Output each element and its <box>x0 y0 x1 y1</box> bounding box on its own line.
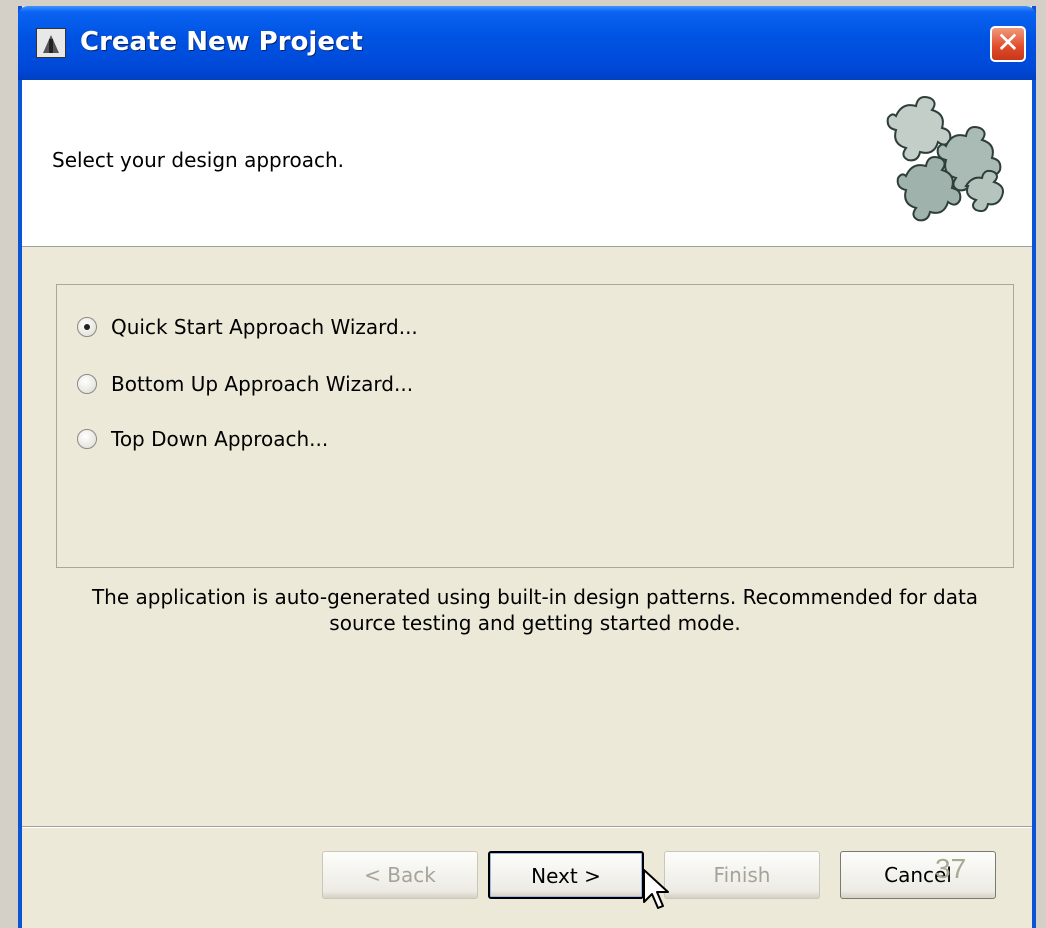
close-button[interactable]: ✕ <box>990 26 1026 62</box>
wizard-header: Select your design approach. <box>22 80 1032 247</box>
back-button[interactable]: < Back <box>322 851 478 899</box>
close-icon: ✕ <box>996 26 1020 59</box>
mouse-cursor-icon <box>643 869 669 909</box>
header-instruction: Select your design approach. <box>52 148 345 172</box>
approach-options-group: Quick Start Approach Wizard... Bottom Up… <box>56 284 1014 568</box>
option-top-down[interactable]: Top Down Approach... <box>77 427 328 451</box>
app-icon <box>36 28 66 58</box>
approach-description: The application is auto-generated using … <box>91 585 979 635</box>
create-new-project-dialog: Create New Project ✕ Select your design … <box>18 6 1036 928</box>
slide-page-number: 37 <box>935 853 967 884</box>
puzzle-pieces-icon <box>886 96 1004 222</box>
option-label: Bottom Up Approach Wizard... <box>111 372 414 396</box>
window-title: Create New Project <box>80 27 363 57</box>
radio-button[interactable] <box>77 374 97 394</box>
footer-divider <box>22 826 1032 828</box>
option-bottom-up[interactable]: Bottom Up Approach Wizard... <box>77 372 413 396</box>
option-quick-start[interactable]: Quick Start Approach Wizard... <box>77 315 418 339</box>
radio-button-selected[interactable] <box>77 317 97 337</box>
finish-button[interactable]: Finish <box>664 851 820 899</box>
option-label: Quick Start Approach Wizard... <box>111 315 418 339</box>
option-label: Top Down Approach... <box>111 427 329 451</box>
radio-button[interactable] <box>77 429 97 449</box>
title-bar[interactable]: Create New Project ✕ <box>18 6 1036 80</box>
next-button[interactable]: Next > <box>488 851 644 899</box>
cancel-button[interactable]: Cancel <box>840 851 996 899</box>
